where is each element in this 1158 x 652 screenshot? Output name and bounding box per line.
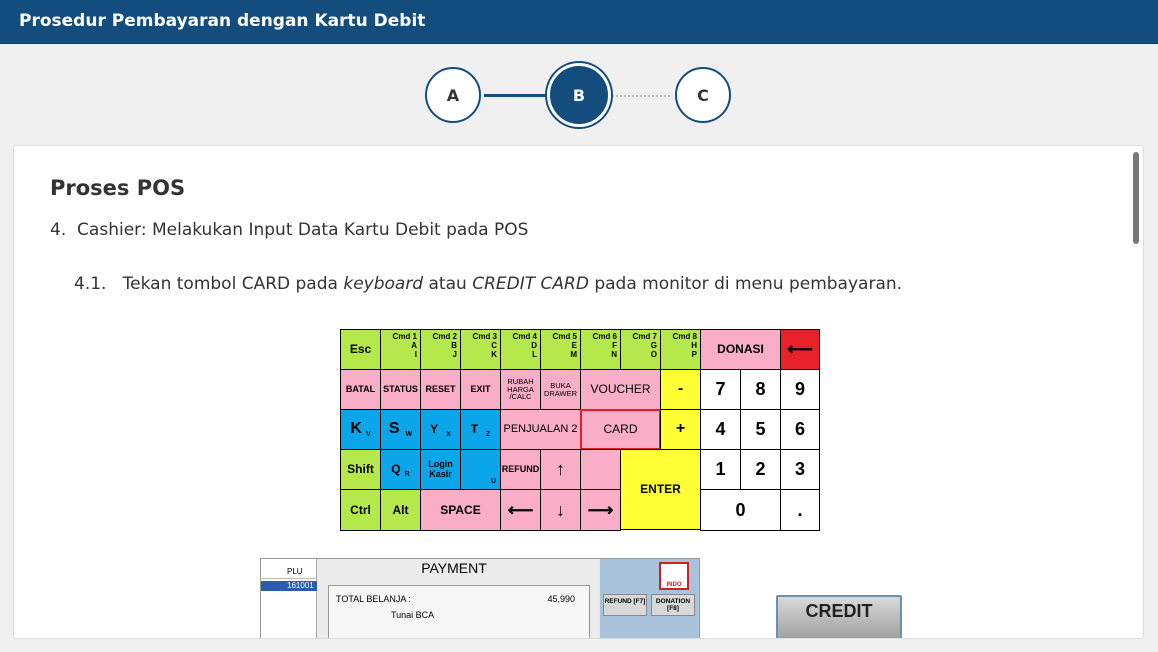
key-blank: [580, 449, 621, 490]
key-alt: Alt: [380, 489, 421, 531]
key-ctrl: Ctrl: [340, 489, 381, 531]
key-penjualan-2: PENJUALAN 2: [500, 409, 581, 450]
key-u: U: [460, 449, 501, 490]
key-refund: REFUND: [500, 449, 541, 490]
stepper: A B C: [0, 44, 1158, 144]
payment-summary: TOTAL BELANJA : 45,990 Tunai BCA: [328, 585, 590, 638]
key-0: 0: [700, 489, 781, 531]
step-4-1-mid: atau: [428, 274, 467, 294]
plu-row: 161001: [261, 581, 317, 591]
key-voucher: VOUCHER: [580, 369, 661, 410]
key-enter: ENTER: [620, 449, 701, 530]
key-up-arrow: ↑: [540, 449, 581, 490]
key-status: STATUS: [380, 369, 421, 410]
key-cmd5: Cmd 5 E M: [540, 329, 581, 370]
step-4-number: 4.: [50, 220, 67, 240]
key-buka-drawer: BUKA DRAWER: [540, 369, 581, 410]
key-donasi: DONASI: [700, 329, 781, 370]
payment-screen-image: PLU 161001 PAYMENT TOTAL BELANJA : 45,99…: [260, 558, 700, 638]
step-4-description: Cashier: Melakukan Input Data Kartu Debi…: [77, 220, 529, 240]
key-3: 3: [780, 449, 820, 490]
key-cmd2: Cmd 2 B J: [420, 329, 461, 370]
payment-side-panel: INDO REFUND [F7] DONATION [F8]: [600, 559, 699, 638]
key-2: 2: [740, 449, 781, 490]
key-left-arrow: ⟵: [500, 489, 541, 531]
step-c[interactable]: C: [675, 67, 731, 123]
content-card: Proses POS 4. Cashier: Melakukan Input D…: [13, 145, 1144, 639]
plu-header: PLU: [261, 567, 316, 579]
key-5: 5: [740, 409, 781, 450]
key-down-arrow: ↓: [540, 489, 581, 531]
key-rubah-harga: RUBAH HARGA /CALC: [500, 369, 541, 410]
key-shift: Shift: [340, 449, 381, 490]
key-reset: RESET: [420, 369, 461, 410]
total-value: 45,990: [547, 594, 575, 604]
key-8: 8: [740, 369, 781, 410]
key-t: TZ: [460, 409, 501, 450]
key-cmd4: Cmd 4 D L: [500, 329, 541, 370]
step-4-1-keyword-keyboard: keyboard: [343, 274, 424, 294]
key-card: CARD: [580, 409, 661, 450]
stepper-connector-pending: [608, 95, 678, 97]
step-a[interactable]: A: [425, 67, 481, 123]
pos-keyboard-image: Esc Cmd 1 A I Cmd 2 B J Cmd 3 C K Cmd 4 …: [340, 329, 820, 531]
indo-logo: INDO: [659, 562, 689, 590]
step-4-1-pre: Tekan tombol CARD pada: [122, 274, 338, 294]
key-cmd3: Cmd 3 C K: [460, 329, 501, 370]
key-exit: EXIT: [460, 369, 501, 410]
step-4-1-post: pada monitor di menu pembayaran.: [594, 274, 903, 294]
step-4-1-text: 4.1. Tekan tombol CARD pada keyboard ata…: [74, 274, 902, 294]
key-cmd1: Cmd 1 A I: [380, 329, 421, 370]
key-4: 4: [700, 409, 741, 450]
key-cmd7: Cmd 7 G O: [620, 329, 661, 370]
section-heading: Proses POS: [50, 176, 186, 200]
step-4-1-number: 4.1.: [74, 274, 107, 294]
key-minus: -: [660, 369, 701, 410]
step-4-text: 4. Cashier: Melakukan Input Data Kartu D…: [50, 220, 528, 240]
key-plus: +: [660, 409, 701, 450]
total-label: TOTAL BELANJA :: [336, 594, 411, 604]
key-space: SPACE: [420, 489, 501, 531]
step-4-1-keyword-credit-card: CREDIT CARD: [472, 274, 589, 294]
payment-title: PAYMENT: [421, 560, 487, 576]
step-c-label: C: [697, 85, 709, 105]
key-cmd6: Cmd 6 F N: [580, 329, 621, 370]
key-batal: BATAL: [340, 369, 381, 410]
credit-card-button-image: CREDIT: [776, 595, 902, 638]
key-7: 7: [700, 369, 741, 410]
key-dot: .: [780, 489, 820, 531]
page-title: Prosedur Pembayaran dengan Kartu Debit: [19, 11, 426, 31]
key-right-arrow: ⟶: [580, 489, 621, 531]
plu-list: PLU 161001: [261, 559, 317, 638]
key-s: SW: [380, 409, 421, 450]
key-q: QR: [380, 449, 421, 490]
step-b-label: B: [572, 85, 586, 105]
key-login-kasir: Login Kasir: [420, 449, 461, 490]
app-header: Prosedur Pembayaran dengan Kartu Debit: [0, 0, 1158, 44]
key-backspace-arrow: ⟵: [780, 329, 820, 370]
donation-f8-button: DONATION [F8]: [651, 594, 695, 616]
refund-f7-button: REFUND [F7]: [603, 594, 647, 616]
step-a-label: A: [446, 85, 460, 105]
key-cmd8: Cmd 8 H P: [660, 329, 701, 370]
key-esc: Esc: [340, 329, 381, 370]
step-b[interactable]: B: [550, 66, 608, 124]
key-y: YX: [420, 409, 461, 450]
payment-panel: PAYMENT TOTAL BELANJA : 45,990 Tunai BCA: [318, 559, 598, 638]
key-6: 6: [780, 409, 820, 450]
key-k: KV: [340, 409, 381, 450]
key-1: 1: [700, 449, 741, 490]
payment-method: Tunai BCA: [391, 610, 435, 620]
scrollbar[interactable]: [1133, 152, 1139, 244]
stepper-connector-done: [480, 94, 554, 97]
key-9: 9: [780, 369, 820, 410]
